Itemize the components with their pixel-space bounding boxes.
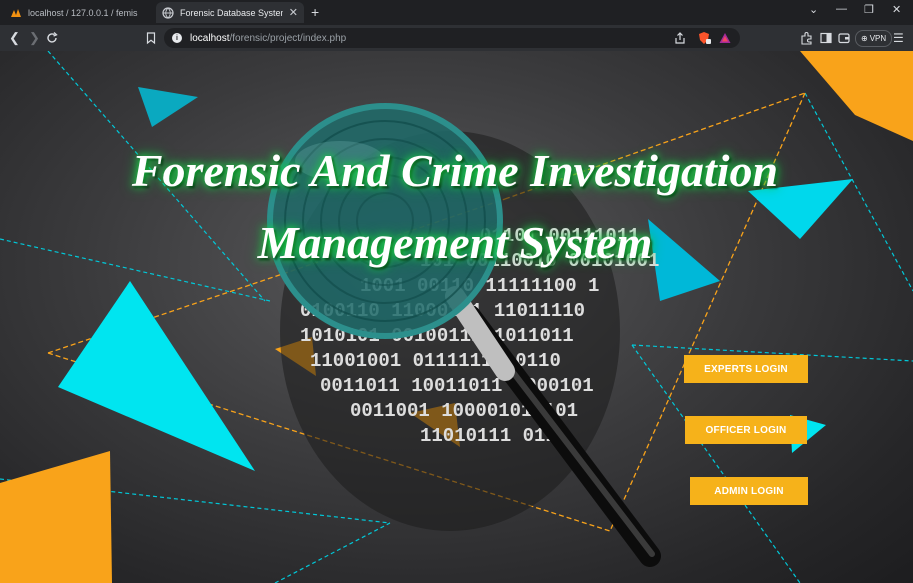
phpmyadmin-icon (11, 8, 21, 17)
tab-search-icon[interactable]: ⌄ (809, 3, 818, 16)
brave-shields-icon[interactable] (697, 31, 711, 45)
new-tab-button[interactable]: + (311, 4, 319, 20)
tab-forensic[interactable]: Forensic Database System ✕ (156, 2, 304, 23)
close-window-icon[interactable]: ✕ (892, 3, 901, 16)
close-tab-icon[interactable]: ✕ (289, 6, 298, 19)
url-host: localhost (190, 32, 230, 44)
experts-login-button[interactable]: EXPERTS LOGIN (684, 355, 808, 383)
orange-triangle (0, 451, 112, 583)
site-info-icon[interactable]: i (172, 33, 182, 43)
admin-login-button[interactable]: ADMIN LOGIN (690, 477, 808, 505)
bookmark-icon[interactable] (144, 31, 158, 45)
title-line-1: Forensic And Crime Investigation (131, 145, 779, 196)
cyan-triangle (138, 87, 198, 127)
dashed-line (274, 522, 391, 583)
reload-icon[interactable] (45, 31, 59, 45)
wallet-icon[interactable] (837, 31, 851, 45)
officer-login-button[interactable]: OFFICER LOGIN (685, 416, 807, 444)
vpn-label: VPN (869, 34, 887, 43)
sidebar-icon[interactable] (819, 31, 833, 45)
page-title: Forensic And Crime Investigation Managem… (60, 135, 850, 279)
toolbar: ❮ ❯ i localhost /forensic/project/index.… (0, 25, 913, 51)
tab-title: Forensic Database System (180, 7, 283, 18)
landing-page: 01101 00111011101 00110010 001010011001 … (0, 51, 913, 583)
url-path: /forensic/project/index.php (229, 32, 347, 44)
forward-icon[interactable]: ❯ (29, 30, 40, 46)
tab-phpmyadmin[interactable]: localhost / 127.0.0.1 / femis / users (4, 2, 146, 23)
back-icon[interactable]: ❮ (9, 30, 20, 46)
brave-rewards-icon[interactable] (718, 31, 732, 45)
extensions-icon[interactable] (800, 31, 814, 45)
share-icon[interactable] (673, 31, 687, 45)
tab-title: localhost / 127.0.0.1 / femis / users (28, 7, 140, 18)
globe-icon (162, 6, 174, 19)
menu-icon[interactable]: ☰ (893, 31, 904, 45)
orange-triangle (800, 51, 913, 141)
tab-bar: localhost / 127.0.0.1 / femis / users Fo… (0, 0, 913, 25)
address-bar[interactable]: i localhost /forensic/project/index.php (164, 28, 740, 48)
minimize-icon[interactable]: — (836, 3, 847, 15)
vpn-button[interactable]: ⊕ VPN (855, 30, 893, 47)
cyan-triangle (58, 281, 255, 471)
globe-icon: ⊕ (861, 34, 868, 43)
title-line-2: Management System (257, 217, 653, 268)
binary-row: 0011011 10011011 1000101 (320, 375, 594, 397)
restore-icon[interactable]: ❐ (864, 3, 874, 16)
